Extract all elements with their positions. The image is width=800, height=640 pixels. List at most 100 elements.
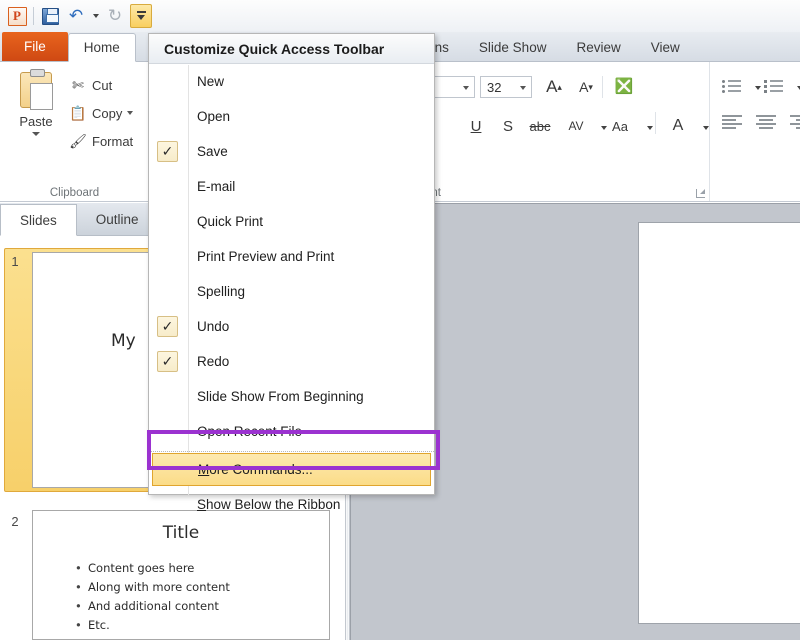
menu-item-spelling[interactable]: Spelling (149, 274, 434, 309)
menu-item-undo[interactable]: ✓ Undo (149, 309, 434, 344)
tab-home[interactable]: Home (68, 33, 136, 62)
menu-item-email[interactable]: E-mail (149, 169, 434, 204)
numbering-button[interactable] (762, 74, 786, 98)
menu-item-open-recent-file[interactable]: Open Recent File (149, 414, 434, 449)
tab-slide-show[interactable]: Slide Show (464, 33, 562, 61)
menu-item-label: Quick Print (197, 214, 263, 229)
scissors-icon: ✄ (68, 77, 88, 94)
clipboard-group-label: Clipboard (0, 187, 149, 199)
checkmark-icon: ✓ (157, 316, 178, 337)
checkmark-icon: ✓ (157, 141, 178, 162)
character-spacing-icon: AV (568, 119, 583, 133)
menu-item-label: Open (197, 109, 230, 124)
checkmark-icon: ✓ (157, 351, 178, 372)
chevron-down-icon (93, 14, 99, 18)
menu-item-label: Open Recent File (197, 424, 302, 439)
slide-2-bullet: Etc. (75, 616, 230, 635)
slide-2-bullet: And additional content (75, 597, 230, 616)
menu-item-label: Save (197, 144, 228, 159)
menu-item-open[interactable]: Open (149, 99, 434, 134)
menu-item-label: E-mail (197, 179, 235, 194)
tab-review[interactable]: Review (561, 33, 635, 61)
change-case-dropdown[interactable] (638, 116, 662, 140)
strikethrough-button[interactable]: abc (528, 114, 552, 138)
change-case-button[interactable]: Aa (608, 114, 632, 138)
menu-item-label: Spelling (197, 284, 245, 299)
font-dialog-launcher[interactable] (696, 189, 705, 198)
cut-label: Cut (92, 78, 112, 93)
menu-item-label-rest: ore Commands... (209, 462, 313, 477)
numbering-dropdown[interactable] (788, 76, 800, 100)
tab-view[interactable]: View (636, 33, 695, 61)
slide-number-2: 2 (2, 508, 28, 529)
slide-thumbnail-2[interactable]: Title Content goes here Along with more … (32, 510, 330, 640)
slide-2-title-text: Title (33, 523, 329, 543)
slide-list-item-1[interactable]: 1 (2, 248, 28, 269)
customize-caret-icon (137, 11, 146, 21)
text-shadow-button[interactable]: S (496, 114, 520, 138)
panel-tab-outline[interactable]: Outline (77, 203, 158, 235)
menu-item-slide-show-from-beginning[interactable]: Slide Show From Beginning (149, 379, 434, 414)
menu-item-label: Print Preview and Print (197, 249, 334, 264)
powerpoint-logo-icon[interactable]: P (4, 3, 30, 29)
chevron-down-icon[interactable] (127, 111, 133, 115)
ribbon-group-paragraph (710, 62, 800, 201)
font-size-value: 32 (487, 80, 501, 95)
save-button[interactable] (37, 3, 63, 29)
slide-canvas[interactable] (639, 223, 800, 623)
shrink-font-button[interactable]: A▾ (574, 75, 598, 99)
tab-file[interactable]: File (2, 32, 68, 61)
ppt-logo-letter: P (8, 7, 27, 26)
underline-button[interactable]: U (464, 114, 488, 138)
chevron-down-icon[interactable] (32, 132, 40, 136)
customize-quick-access-toolbar-menu: Customize Quick Access Toolbar New Open … (148, 33, 435, 495)
chevron-down-icon (601, 126, 607, 130)
font-color-button[interactable]: A (666, 114, 690, 138)
clipboard-icon (20, 72, 52, 108)
redo-arrow-icon: ↻ (108, 8, 122, 25)
slide-list-item-2[interactable]: 2 (2, 508, 28, 529)
align-left-button[interactable] (720, 110, 744, 134)
menu-item-redo[interactable]: ✓ Redo (149, 344, 434, 379)
copy-button[interactable]: 📋 Copy (68, 102, 133, 124)
bullets-button[interactable] (720, 74, 744, 98)
menu-item-label: Undo (197, 319, 229, 334)
menu-item-more-commands[interactable]: More Commands... (152, 453, 431, 486)
undo-dropdown-button[interactable] (89, 3, 102, 29)
redo-button[interactable]: ↻ (102, 3, 128, 29)
menu-item-label-rest: how Below the Ribbon (206, 497, 340, 512)
menu-item-show-below-the-ribbon[interactable]: Show Below the Ribbon (149, 487, 434, 522)
menu-item-print-preview-and-print[interactable]: Print Preview and Print (149, 239, 434, 274)
qat-separator (33, 7, 34, 25)
clear-formatting-button[interactable]: ❎ (612, 74, 636, 98)
slide-2-bullet-list: Content goes here Along with more conten… (75, 559, 230, 635)
chevron-down-icon[interactable] (520, 86, 526, 90)
grow-font-button[interactable]: A▴ (542, 75, 566, 99)
menu-item-label: New (197, 74, 224, 89)
paste-button[interactable]: Paste (10, 70, 62, 152)
ribbon-group-clipboard: Paste ✄ Cut 📋 Copy 🖌 Format Clipboard (0, 62, 150, 201)
menu-item-label: Show Below the Ribbon (197, 497, 340, 512)
align-right-button[interactable] (788, 110, 800, 134)
customize-quick-access-toolbar-button[interactable] (130, 4, 152, 28)
accelerator-letter: M (198, 462, 209, 477)
menu-item-label: Slide Show From Beginning (197, 389, 364, 404)
menu-item-quick-print[interactable]: Quick Print (149, 204, 434, 239)
font-separator (602, 76, 603, 98)
undo-arrow-icon: ↶ (69, 8, 83, 25)
undo-button[interactable]: ↶ (63, 3, 89, 29)
underline-icon: U (471, 118, 482, 135)
panel-tab-slides[interactable]: Slides (0, 204, 77, 236)
align-center-button[interactable] (754, 110, 778, 134)
menu-item-save[interactable]: ✓ Save (149, 134, 434, 169)
copy-label: Copy (92, 106, 122, 121)
menu-item-new[interactable]: New (149, 64, 434, 99)
font-size-input[interactable]: 32 (480, 76, 532, 98)
character-spacing-button[interactable]: AV (564, 114, 588, 138)
format-painter-button[interactable]: 🖌 Format (68, 130, 133, 152)
font-separator-2 (655, 112, 656, 134)
strikethrough-icon: abc (530, 119, 551, 134)
powerpoint-window: P ↶ ↻ File Home Insert Design Transition… (0, 0, 800, 640)
cut-button[interactable]: ✄ Cut (68, 74, 112, 96)
chevron-down-icon[interactable] (463, 86, 469, 90)
